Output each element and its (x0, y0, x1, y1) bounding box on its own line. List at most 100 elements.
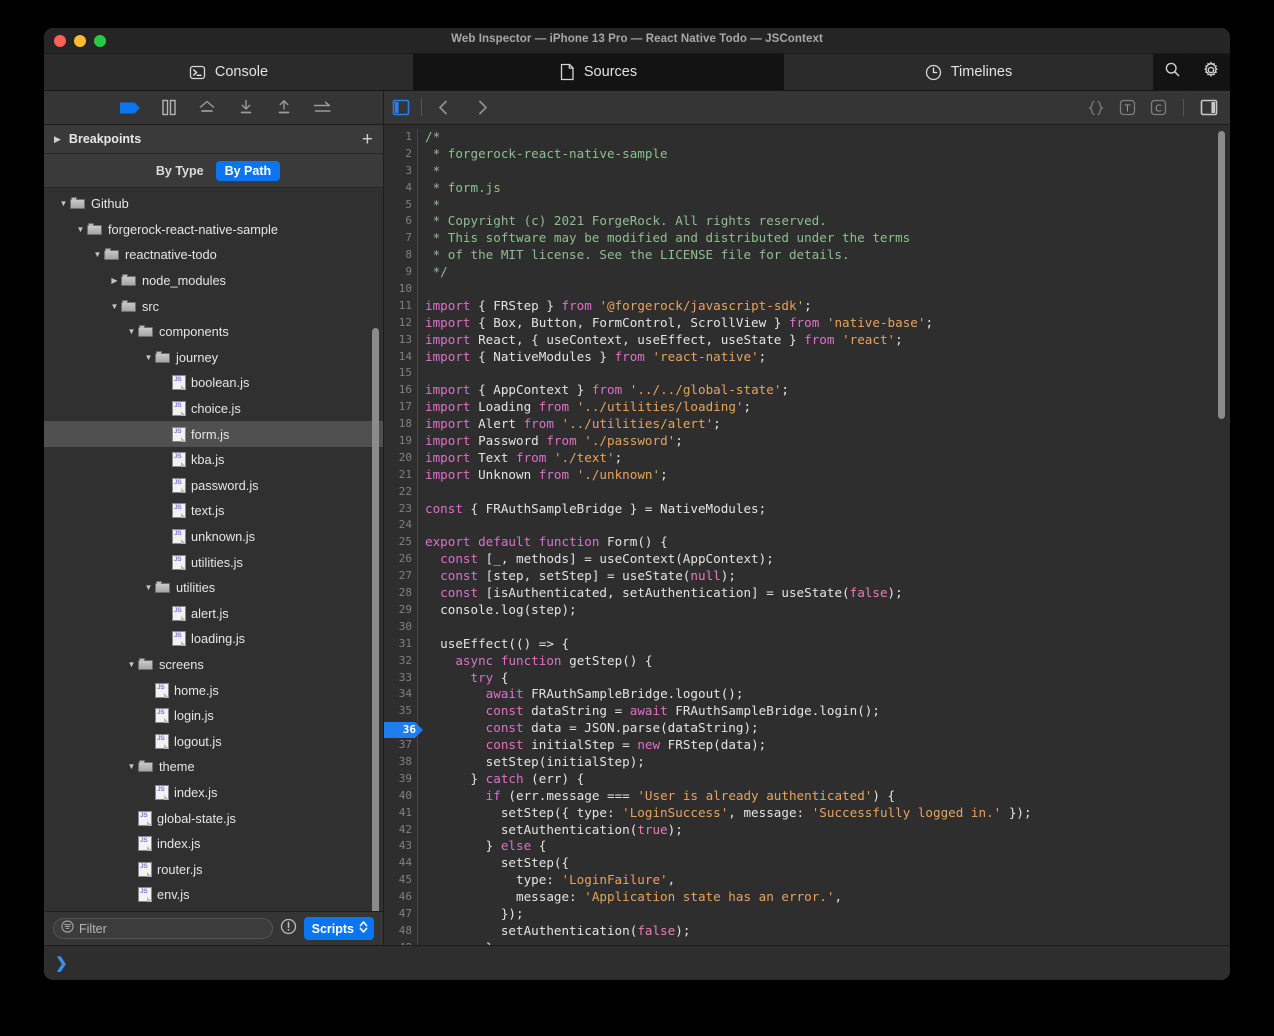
code-line[interactable]: setStep(initialStep); (425, 754, 1230, 771)
chevron-down-icon[interactable]: ▼ (108, 302, 121, 311)
step-out-icon[interactable] (275, 99, 293, 116)
code-line[interactable]: const [step, setStep] = useState(null); (425, 568, 1230, 585)
line-number[interactable]: 22 (384, 484, 412, 501)
tree-folder-row[interactable]: ▼ src (44, 293, 383, 319)
chevron-down-icon[interactable]: ▼ (74, 225, 87, 234)
line-number[interactable]: 15 (384, 365, 412, 382)
tree-folder-row[interactable]: ▼ forgerock-react-native-sample (44, 217, 383, 243)
tree-file-row[interactable]: •JS env.js (44, 882, 383, 908)
show-type-icon[interactable]: T (1119, 99, 1136, 116)
code-line[interactable]: console.log(step); (425, 602, 1230, 619)
code-line[interactable]: import { Box, Button, FormControl, Scrol… (425, 315, 1230, 332)
code-line[interactable]: message: 'Application state has an error… (425, 889, 1230, 906)
tab-timelines[interactable]: Timelines (784, 54, 1154, 90)
code-line[interactable]: setStep({ (425, 855, 1230, 872)
tree-file-row[interactable]: •JS home.js (44, 677, 383, 703)
code-line[interactable]: } else { (425, 838, 1230, 855)
line-number[interactable]: 6 (384, 213, 412, 230)
tree-file-row[interactable]: •JS router.js (44, 856, 383, 882)
line-number[interactable]: 32 (384, 653, 412, 670)
code-line[interactable]: * Copyright (c) 2021 ForgeRock. All righ… (425, 213, 1230, 230)
code-line[interactable]: * This software may be modified and dist… (425, 230, 1230, 247)
chevron-down-icon[interactable]: ▼ (57, 199, 70, 208)
chevron-down-icon[interactable]: ▼ (142, 353, 155, 362)
line-number[interactable]: 41 (384, 805, 412, 822)
code-line[interactable]: try { (425, 670, 1230, 687)
line-number[interactable]: 40 (384, 788, 412, 805)
line-number[interactable]: 3 (384, 163, 412, 180)
tree-folder-row[interactable]: ▼ screens (44, 652, 383, 678)
chevron-down-icon[interactable]: ▼ (91, 250, 104, 259)
line-number[interactable]: 29 (384, 602, 412, 619)
tree-file-row[interactable]: •JS form.js (44, 421, 383, 447)
line-number[interactable]: 49 (384, 940, 412, 945)
line-number[interactable]: 28 (384, 585, 412, 602)
tree-file-row[interactable]: •JS alert.js (44, 601, 383, 627)
continue-to-here-icon[interactable] (313, 100, 332, 116)
code-line[interactable]: } catch (err) { (425, 771, 1230, 788)
line-number[interactable]: 13 (384, 332, 412, 349)
file-tree[interactable]: ▼ Github ▼ forgerock-react-native-sample ▼ re… (44, 188, 383, 911)
code-lines[interactable]: /* * forgerock-react-native-sample * * f… (418, 129, 1230, 945)
line-number[interactable]: 47 (384, 906, 412, 923)
error-badge-icon[interactable] (280, 918, 297, 940)
show-coverage-icon[interactable]: C (1150, 99, 1167, 116)
line-number[interactable]: 27 (384, 568, 412, 585)
code-line[interactable]: * (425, 163, 1230, 180)
code-line[interactable]: import Text from './text'; (425, 450, 1230, 467)
code-line[interactable]: const dataString = await FRAuthSampleBri… (425, 703, 1230, 720)
tree-file-row[interactable]: •JS logout.js (44, 728, 383, 754)
line-number[interactable]: 11 (384, 298, 412, 315)
line-number[interactable]: 34 (384, 686, 412, 703)
step-into-icon[interactable] (237, 99, 255, 116)
code-line[interactable] (425, 517, 1230, 534)
source-editor[interactable]: 1 2 3 4 5 6 7 8 9 10 11 12 13 14 15 16 17 18 19 20 21 22 23 24 2… (384, 125, 1230, 945)
tree-file-row[interactable]: •JS index.js (44, 831, 383, 857)
tab-sources[interactable]: Sources (414, 54, 784, 90)
code-line[interactable]: import { AppContext } from '../../global… (425, 382, 1230, 399)
line-number[interactable]: 16 (384, 382, 412, 399)
tree-file-row[interactable]: •JS text.js (44, 498, 383, 524)
line-number[interactable]: 4 (384, 180, 412, 197)
line-number[interactable]: 9 (384, 264, 412, 281)
chevron-down-icon[interactable]: ▼ (125, 762, 138, 771)
code-line[interactable]: const data = JSON.parse(dataString); (425, 720, 1230, 737)
code-line[interactable]: import Alert from '../utilities/alert'; (425, 416, 1230, 433)
line-number[interactable]: 35 (384, 703, 412, 720)
back-chevron-icon[interactable] (436, 99, 451, 116)
tree-folder-row[interactable]: ▼ Github (44, 191, 383, 217)
sidebar-scrollbar[interactable] (372, 328, 379, 911)
line-number[interactable]: 42 (384, 822, 412, 839)
code-line[interactable] (425, 281, 1230, 298)
chevron-down-icon[interactable]: ▼ (142, 583, 155, 592)
code-line[interactable]: if (err.message === 'User is already aut… (425, 788, 1230, 805)
tree-file-row[interactable]: •JS choice.js (44, 396, 383, 422)
code-line[interactable] (425, 484, 1230, 501)
line-number[interactable]: 5 (384, 197, 412, 214)
code-line[interactable]: async function getStep() { (425, 653, 1230, 670)
line-number[interactable]: 44 (384, 855, 412, 872)
tree-file-row[interactable]: •JS login.js (44, 703, 383, 729)
line-number[interactable]: 31 (384, 636, 412, 653)
line-number[interactable]: 12 (384, 315, 412, 332)
chevron-down-icon[interactable]: ▼ (125, 660, 138, 669)
line-number[interactable]: 1 (384, 129, 412, 146)
line-number[interactable]: 33 (384, 670, 412, 687)
line-number[interactable]: 48 (384, 923, 412, 940)
line-number[interactable]: 14 (384, 349, 412, 366)
filter-input[interactable]: Filter (53, 918, 273, 939)
tree-folder-row[interactable]: ▶ node_modules (44, 268, 383, 294)
tree-folder-row[interactable]: ▼ utilities (44, 575, 383, 601)
scripts-dropdown-button[interactable]: Scripts (303, 917, 374, 940)
code-line[interactable]: await FRAuthSampleBridge.logout(); (425, 686, 1230, 703)
tree-file-row[interactable]: •JS unknown.js (44, 524, 383, 550)
chevron-right-icon[interactable]: ▶ (108, 276, 121, 285)
code-line[interactable]: import Loading from '../utilities/loadin… (425, 399, 1230, 416)
code-line[interactable]: const [_, methods] = useContext(AppConte… (425, 551, 1230, 568)
code-line[interactable]: setAuthentication(false); (425, 923, 1230, 940)
tree-file-row[interactable]: •JS global-state.js (44, 805, 383, 831)
code-line[interactable]: import { NativeModules } from 'react-nat… (425, 349, 1230, 366)
console-prompt[interactable]: ❯ (44, 945, 1230, 979)
chevron-down-icon[interactable]: ▼ (125, 327, 138, 336)
line-number[interactable]: 2 (384, 146, 412, 163)
